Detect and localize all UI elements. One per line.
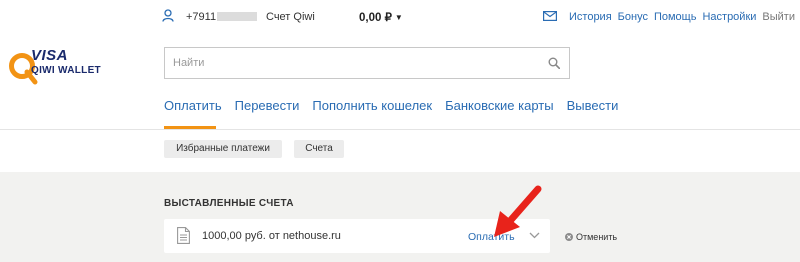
phone-number: +7911 — [186, 11, 258, 23]
caret-down-icon: ▼ — [394, 13, 403, 22]
balance-dropdown[interactable]: 0,00 ₽ ▼ — [359, 10, 403, 24]
nav-bank-cards[interactable]: Банковские карты — [445, 98, 554, 113]
phone-prefix: +7911 — [186, 11, 217, 23]
link-history[interactable]: История — [569, 11, 612, 23]
logo-qiwi-text: QIWI WALLET — [31, 65, 101, 76]
top-links: История Бонус Помощь Настройки Выйти — [569, 11, 795, 23]
bill-description: 1000,00 руб. от nethouse.ru — [202, 230, 341, 242]
search-box — [164, 47, 570, 79]
bills-title: ВЫСТАВЛЕННЫЕ СЧЕТА — [164, 198, 294, 209]
top-bar: +7911 Счет Qiwi 0,00 ₽ ▼ История Бонус Помо… — [0, 0, 800, 32]
account-label: Счет Qiwi — [266, 11, 315, 23]
link-help[interactable]: Помощь — [654, 11, 697, 23]
cancel-bill-button[interactable]: Отменить — [565, 232, 617, 242]
main-nav: Оплатить Перевести Пополнить кошелек Банков… — [164, 98, 631, 113]
balance-value: 0,00 ₽ — [359, 12, 392, 24]
nav-top-up[interactable]: Пополнить кошелек — [312, 98, 432, 113]
phone-redaction — [217, 12, 258, 21]
user-icon[interactable] — [162, 9, 174, 22]
search-input[interactable] — [173, 48, 543, 78]
subtab-bills[interactable]: Счета — [294, 140, 344, 158]
search-icon[interactable] — [548, 57, 560, 69]
nav-transfer[interactable]: Перевести — [235, 98, 300, 113]
cancel-label: Отменить — [576, 232, 618, 242]
close-circle-icon — [565, 233, 573, 241]
mail-icon[interactable] — [543, 11, 557, 21]
nav-pay[interactable]: Оплатить — [164, 98, 222, 113]
nav-divider — [0, 129, 800, 130]
link-bonus[interactable]: Бонус — [618, 11, 648, 23]
annotation-arrow-icon — [494, 185, 542, 237]
subtab-favorites[interactable]: Избранные платежи — [164, 140, 282, 158]
nav-withdraw[interactable]: Вывести — [567, 98, 619, 113]
logo-visa-text: VISA — [31, 47, 69, 64]
logout-link[interactable]: Выйти — [762, 11, 795, 23]
link-settings[interactable]: Настройки — [702, 11, 756, 23]
document-icon — [177, 227, 190, 244]
